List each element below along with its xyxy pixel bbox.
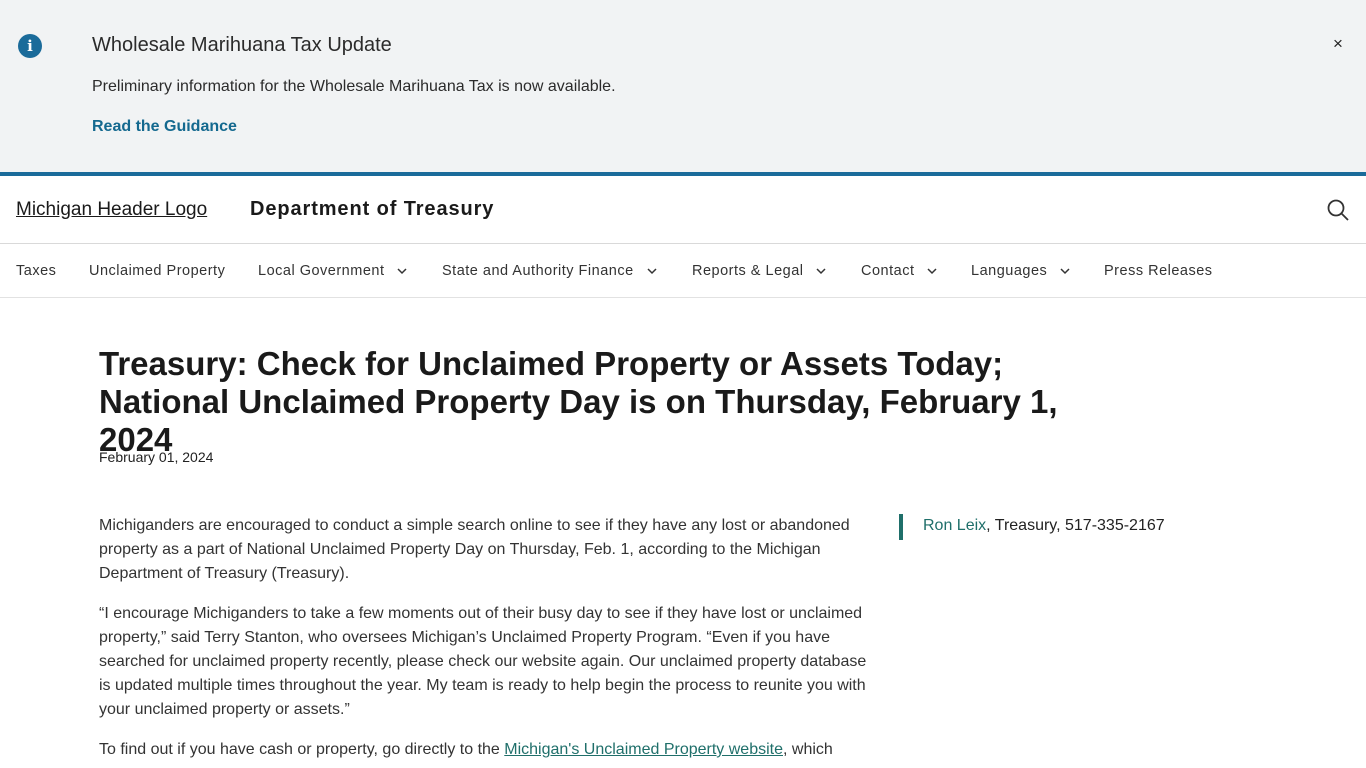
paragraph-text: To find out if you have cash or property… <box>99 741 505 758</box>
nav-label: Contact <box>861 263 915 279</box>
nav-item-unclaimed-property[interactable]: Unclaimed Property <box>89 263 225 279</box>
nav-label: State and Authority Finance <box>442 263 634 279</box>
nav-label: Languages <box>971 263 1048 279</box>
michigan-logo[interactable]: Michigan Header Logo <box>16 199 207 221</box>
nav-label: Taxes <box>16 263 57 279</box>
unclaimed-property-website-link[interactable]: Michigan's Unclaimed Property website <box>504 741 783 758</box>
info-icon: i <box>18 34 42 58</box>
nav-label: Press Releases <box>1104 263 1213 279</box>
paragraph-text: , which <box>783 741 833 758</box>
contact-name-link[interactable]: Ron Leix <box>923 517 986 534</box>
chevron-down-icon <box>816 268 827 275</box>
media-contact: Ron Leix, Treasury, 517-335-2167 <box>899 514 1165 540</box>
article-paragraph: To find out if you have cash or property… <box>99 738 874 762</box>
close-icon[interactable]: × <box>1326 32 1350 56</box>
chevron-down-icon <box>647 268 657 275</box>
nav-item-contact[interactable]: Contact <box>861 263 938 279</box>
article-date: February 01, 2024 <box>99 449 214 465</box>
article-paragraph: Michiganders are encouraged to conduct a… <box>99 517 850 582</box>
department-title: Department of Treasury <box>250 198 495 220</box>
main-nav: Taxes Unclaimed Property Local Governmen… <box>0 245 1366 298</box>
nav-label: Unclaimed Property <box>89 263 226 279</box>
nav-item-reports-legal[interactable]: Reports & Legal <box>692 263 827 279</box>
search-icon[interactable] <box>1326 198 1350 222</box>
chevron-down-icon <box>397 268 408 275</box>
chevron-down-icon <box>927 268 938 275</box>
alert-banner: i Wholesale Marihuana Tax Update Prelimi… <box>0 0 1366 172</box>
nav-item-taxes[interactable]: Taxes <box>16 263 56 279</box>
article-paragraph: “I encourage Michiganders to take a few … <box>99 605 867 718</box>
nav-item-state-authority-finance[interactable]: State and Authority Finance <box>442 263 658 279</box>
nav-label: Local Government <box>258 263 385 279</box>
site-header: Michigan Header Logo Department of Treas… <box>0 176 1366 244</box>
logo-alt-text: Michigan Header Logo <box>16 199 208 220</box>
read-guidance-link[interactable]: Read the Guidance <box>92 118 237 136</box>
nav-item-press-releases[interactable]: Press Releases <box>1104 263 1213 279</box>
nav-item-local-government[interactable]: Local Government <box>258 263 408 279</box>
contact-details: , Treasury, 517-335-2167 <box>986 517 1165 534</box>
nav-item-languages[interactable]: Languages <box>971 263 1071 279</box>
alert-text: Preliminary information for the Wholesal… <box>92 78 616 95</box>
chevron-down-icon <box>1060 268 1070 275</box>
alert-title: Wholesale Marihuana Tax Update <box>92 34 392 56</box>
article-headline: Treasury: Check for Unclaimed Property o… <box>99 345 1058 458</box>
nav-label: Reports & Legal <box>692 263 804 279</box>
